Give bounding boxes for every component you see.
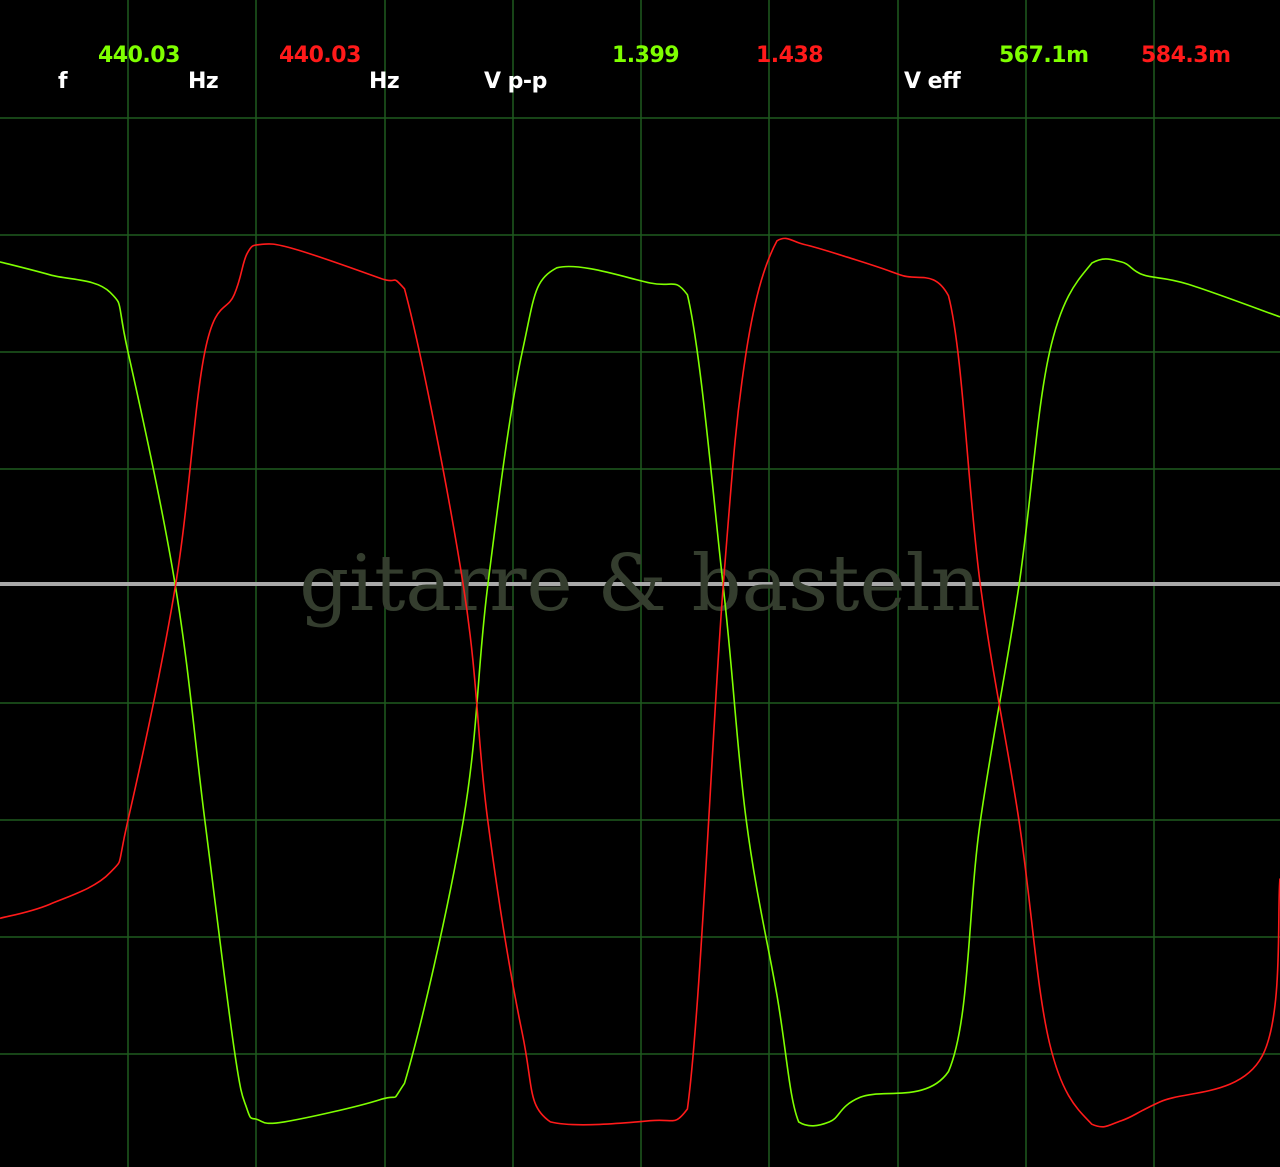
ch1-frequency-unit: Hz xyxy=(188,69,218,94)
ch1-vpp-value: 1.399 xyxy=(612,43,679,68)
ch2-frequency-unit: Hz xyxy=(369,69,399,94)
ch2-vpp-value: 1.438 xyxy=(756,43,823,68)
frequency-label: f xyxy=(58,69,68,94)
ch2-veff-value: 584.3m xyxy=(1141,43,1231,68)
oscilloscope-display: gitarre & basteln f 440.03 Hz 440.03 Hz … xyxy=(0,0,1280,1167)
veff-label: V eff xyxy=(904,69,961,94)
vpp-label: V p-p xyxy=(484,69,547,94)
watermark: gitarre & basteln xyxy=(299,539,981,629)
ch1-veff-value: 567.1m xyxy=(999,43,1089,68)
ch1-frequency-value: 440.03 xyxy=(98,43,180,68)
ch2-frequency-value: 440.03 xyxy=(279,43,361,68)
